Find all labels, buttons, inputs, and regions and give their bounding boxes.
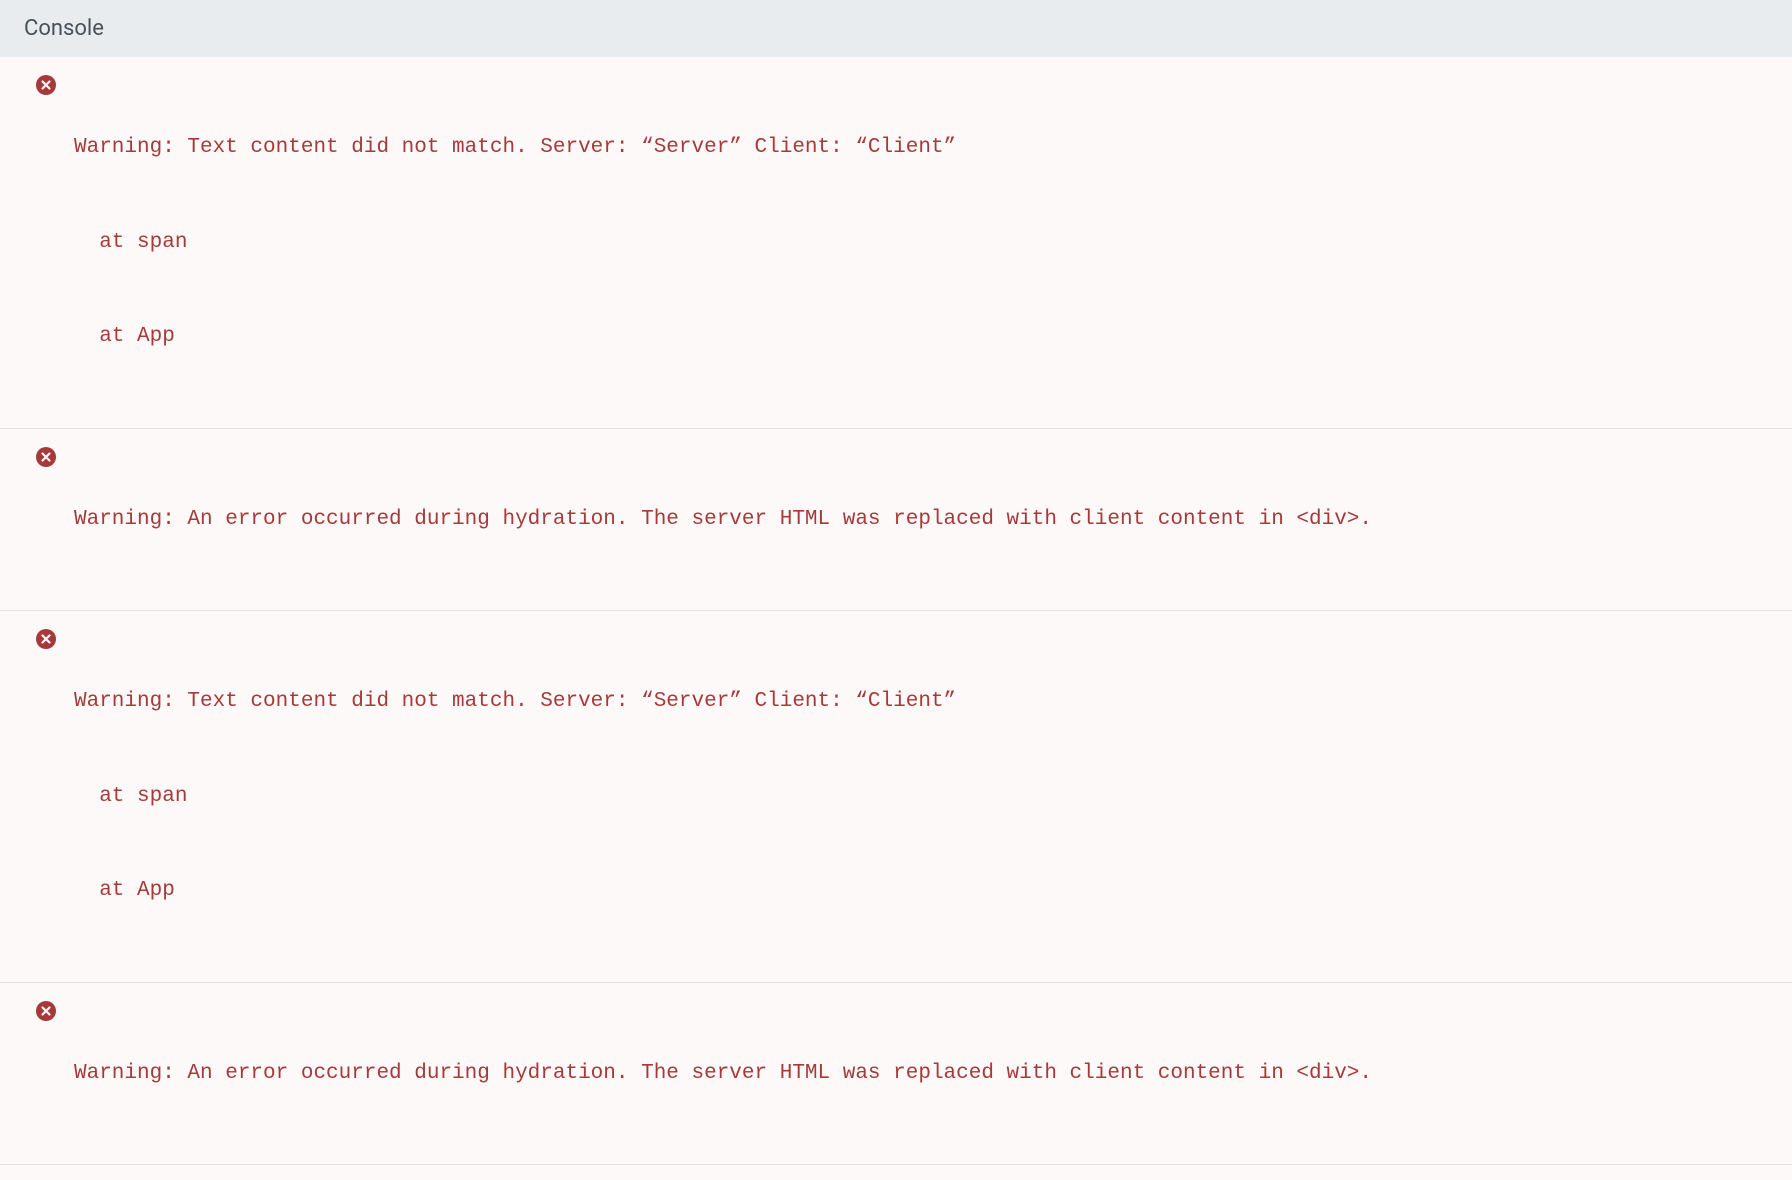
console-entry[interactable]: Warning: Text content did not match. Ser… [0,611,1792,983]
console-body: Warning: Text content did not match. Ser… [0,57,1792,1180]
console-entry[interactable]: Warning: Text content did not match. Ser… [0,57,1792,429]
entry-message: Warning: An error occurred during hydrat… [74,1058,1768,1090]
entry-stack-line: at span [74,227,1768,259]
entry-stack-line: at App [74,875,1768,907]
error-icon [36,447,56,467]
console-header: Console [0,0,1792,57]
entry-content: Uncaught Error: Text content does not ma… [74,1177,1768,1180]
error-icon [36,629,56,649]
entry-content: Warning: Text content did not match. Ser… [74,623,1768,970]
entry-stack-line: at span [74,781,1768,813]
error-icon [36,1001,56,1021]
entry-message: Warning: Text content did not match. Ser… [74,132,1768,164]
entry-stack-line: at App [74,321,1768,353]
entry-content: Warning: An error occurred during hydrat… [74,995,1768,1153]
entry-content: Warning: An error occurred during hydrat… [74,441,1768,599]
entry-message: Warning: Text content did not match. Ser… [74,686,1768,718]
console-entry[interactable]: Warning: An error occurred during hydrat… [0,429,1792,612]
entry-message: Warning: An error occurred during hydrat… [74,504,1768,536]
console-entry[interactable]: Warning: An error occurred during hydrat… [0,983,1792,1166]
error-icon [36,75,56,95]
console-title: Console [24,16,104,41]
console-entry[interactable]: Uncaught Error: Text content does not ma… [0,1165,1792,1180]
entry-content: Warning: Text content did not match. Ser… [74,69,1768,416]
